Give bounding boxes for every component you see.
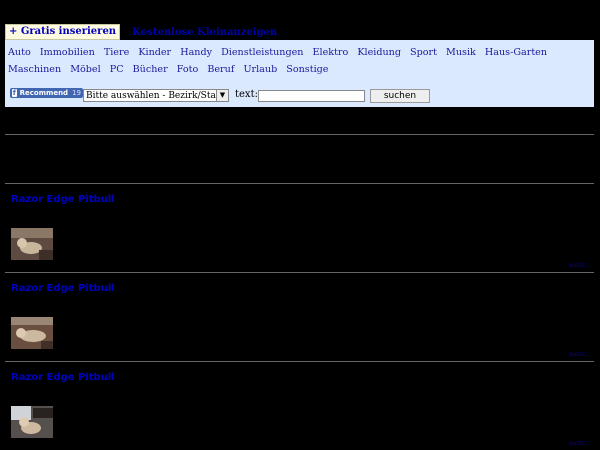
listing-title[interactable]: Razor Edge Pitbull	[11, 372, 115, 383]
district-select-value: Bitte auswählen - Bezirk/Stadt	[86, 91, 226, 101]
search-button[interactable]: suchen	[370, 89, 430, 103]
listing-title[interactable]: Razor Edge Pitbull	[11, 283, 115, 294]
listing-item[interactable]: Razor Edge Pitbull mehr...	[5, 362, 594, 450]
category-link-urlaub[interactable]: Urlaub	[243, 64, 277, 75]
category-link-maschinen[interactable]: Maschinen	[8, 64, 61, 75]
gratis-inserieren-button[interactable]: + Gratis inserieren	[5, 24, 121, 40]
district-select[interactable]: Bitte auswählen - Bezirk/Stadt ▼	[83, 89, 229, 102]
category-link-auto[interactable]: Auto	[8, 47, 31, 58]
facebook-recommend-button[interactable]: f Recommend 19	[10, 88, 83, 98]
category-link-tiere[interactable]: Tiere	[104, 47, 129, 58]
category-link-dienstleistungen[interactable]: Dienstleistungen	[221, 47, 303, 58]
category-link-moebel[interactable]: Möbel	[70, 64, 101, 75]
listing-thumbnail[interactable]	[11, 406, 53, 438]
facebook-icon: f	[12, 89, 17, 97]
listing-item[interactable]: Razor Edge Pitbull mehr...	[5, 184, 594, 272]
category-link-elektro[interactable]: Elektro	[313, 47, 349, 58]
category-search-panel: Auto Immobilien Tiere Kinder Handy Diens…	[5, 40, 594, 107]
listing-title[interactable]: Razor Edge Pitbull	[11, 194, 115, 205]
divider	[5, 134, 594, 135]
category-link-pc[interactable]: PC	[110, 64, 124, 75]
category-link-beruf[interactable]: Beruf	[207, 64, 234, 75]
chevron-down-icon: ▼	[216, 90, 228, 101]
text-label: text:	[235, 89, 258, 100]
category-link-kinder[interactable]: Kinder	[138, 47, 171, 58]
category-link-sport[interactable]: Sport	[410, 47, 437, 58]
listing-more-link[interactable]: mehr...	[569, 351, 590, 358]
category-link-immobilien[interactable]: Immobilien	[40, 47, 95, 58]
category-link-kleidung[interactable]: Kleidung	[357, 47, 401, 58]
category-link-musik[interactable]: Musik	[446, 47, 476, 58]
category-link-haus-garten[interactable]: Haus-Garten	[485, 47, 547, 58]
listing-more-link[interactable]: mehr...	[569, 440, 590, 447]
kostenlose-kleinanzeigen-link[interactable]: Kostenlose Kleinanzeigen	[132, 27, 277, 38]
category-link-foto[interactable]: Foto	[177, 64, 199, 75]
search-text-input[interactable]	[258, 90, 365, 102]
category-link-buecher[interactable]: Bücher	[133, 64, 168, 75]
top-bar: + Gratis inserieren Kostenlose Kleinanze…	[5, 24, 277, 40]
category-link-handy[interactable]: Handy	[180, 47, 212, 58]
listing-thumbnail[interactable]	[11, 317, 53, 349]
listing-more-link[interactable]: mehr...	[569, 262, 590, 269]
category-link-sonstige[interactable]: Sonstige	[286, 64, 328, 75]
recommend-label: Recommend	[19, 89, 69, 97]
recommend-count: 19	[72, 89, 81, 97]
listing-item[interactable]: Razor Edge Pitbull mehr...	[5, 273, 594, 361]
listing-thumbnail[interactable]	[11, 228, 53, 260]
category-nav: Auto Immobilien Tiere Kinder Handy Diens…	[8, 44, 592, 78]
